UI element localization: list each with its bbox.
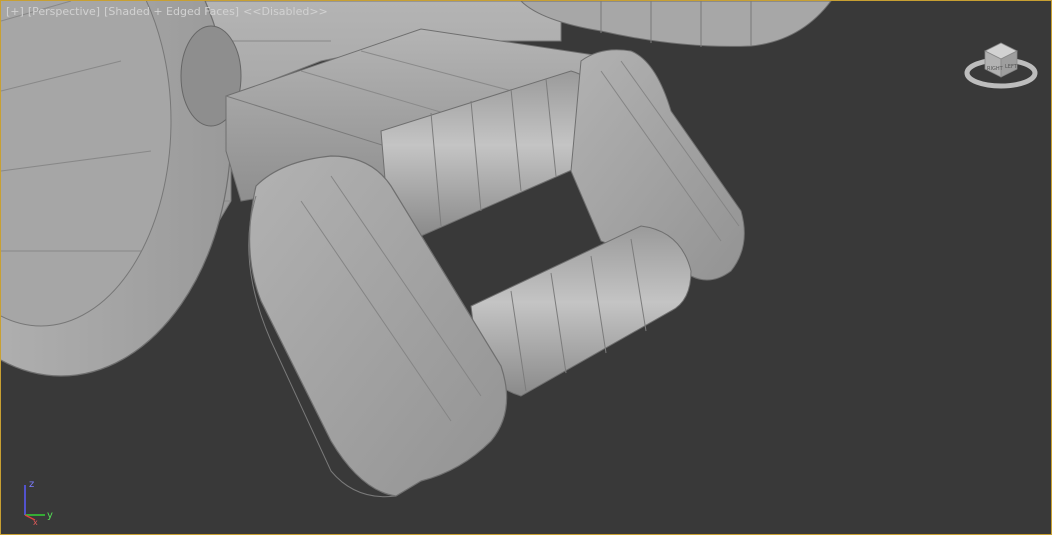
- viewcube-right-label: RIGHT: [987, 66, 1004, 72]
- viewport-menu-label[interactable]: [+]: [6, 5, 24, 18]
- y-axis-label: y: [47, 510, 53, 521]
- viewport-labels: [+] [Perspective] [Shaded + Edged Faces]…: [6, 5, 328, 18]
- x-axis-label: x: [33, 518, 38, 525]
- wheel: [1, 1, 242, 377]
- viewcube[interactable]: RIGHT LEFT: [961, 31, 1041, 91]
- scene-mesh[interactable]: [1, 1, 1051, 534]
- z-axis-label: z: [29, 479, 34, 490]
- axis-tripod: z y x: [24, 479, 53, 525]
- viewcube-left-label: LEFT: [1005, 64, 1018, 70]
- upper-tube: [520, 1, 832, 47]
- viewport-status-label[interactable]: <<Disabled>>: [243, 5, 328, 18]
- viewport-shading-label[interactable]: [Shaded + Edged Faces]: [104, 5, 239, 18]
- bottom-cylinder: [470, 225, 692, 397]
- perspective-viewport[interactable]: [+] [Perspective] [Shaded + Edged Faces]…: [0, 0, 1052, 535]
- viewport-view-label[interactable]: [Perspective]: [28, 5, 100, 18]
